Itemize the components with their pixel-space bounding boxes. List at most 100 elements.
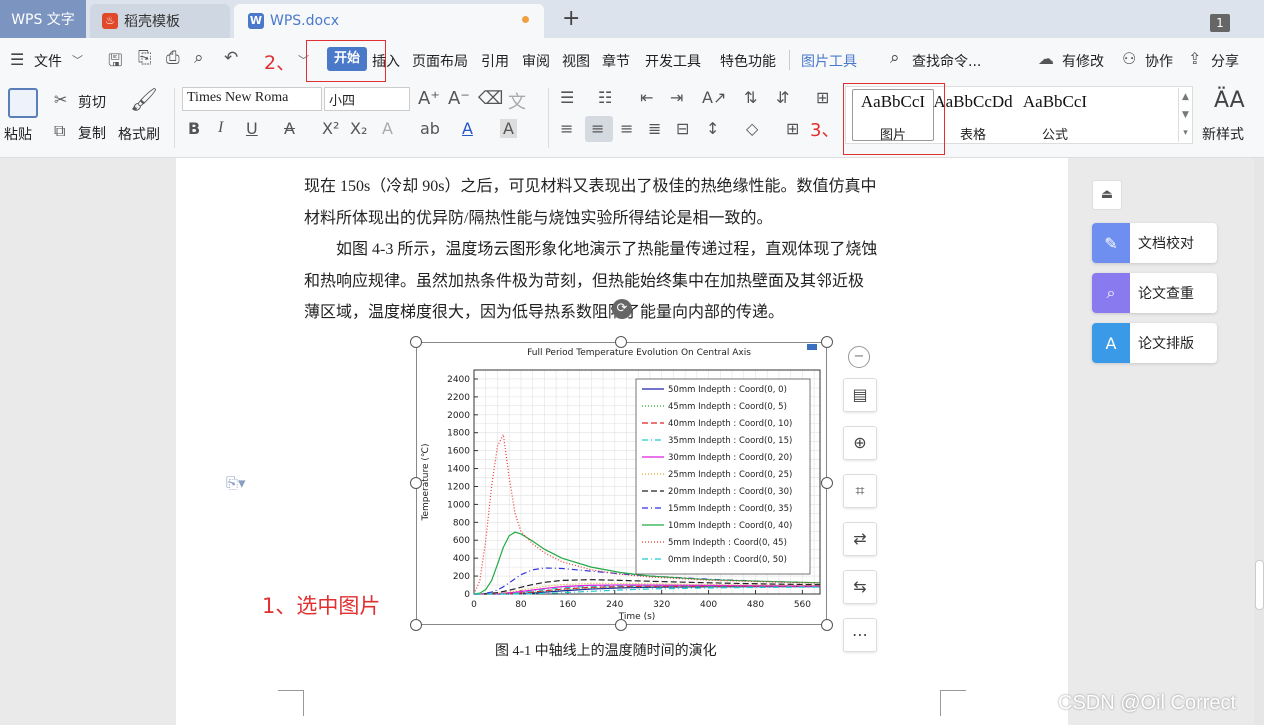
align-left-icon[interactable]: ≡ <box>560 119 573 138</box>
borders-icon[interactable]: ⊞ <box>786 119 799 138</box>
paragraph-format-icon[interactable]: ⎘▾ <box>226 474 246 492</box>
image-to-text-icon[interactable]: ⇄ <box>843 522 877 556</box>
undo-icon[interactable]: ↶ <box>224 48 238 68</box>
rotate-handle-icon[interactable]: ⟳ <box>612 299 632 319</box>
highlight-icon[interactable]: ab <box>420 119 440 138</box>
style-sample-formula[interactable]: AaBbCcI <box>1014 92 1096 112</box>
subscript-icon[interactable]: X₂ <box>350 119 367 138</box>
paper-layout-button[interactable]: A 论文排版 <box>1092 323 1217 363</box>
phonetic-guide-icon[interactable]: 文 <box>508 88 526 114</box>
new-tab-button[interactable]: + <box>562 6 580 31</box>
font-color-icon[interactable]: A <box>462 119 473 138</box>
style-gallery-scroll[interactable]: ▲ ▼ ▾ <box>1178 88 1192 142</box>
legend-label-0: 50mm Indepth : Coord(0, 0) <box>668 385 787 395</box>
collapse-icon[interactable]: − <box>848 346 870 368</box>
italic-icon[interactable]: I <box>218 119 223 137</box>
format-painter-button[interactable]: 格式刷 <box>118 124 160 144</box>
text-direction-icon[interactable]: A↗ <box>702 88 726 107</box>
menu-review[interactable]: 审阅 <box>522 51 550 71</box>
resize-handle[interactable] <box>821 477 833 489</box>
resize-handle[interactable] <box>615 336 627 348</box>
menu-divider <box>789 50 790 70</box>
menu-developer[interactable]: 开发工具 <box>645 51 701 71</box>
copy-button[interactable]: 复制 <box>78 123 106 143</box>
resize-handle[interactable] <box>821 619 833 631</box>
search-command[interactable]: 查找命令... <box>912 51 981 71</box>
increase-indent-icon[interactable]: ⇥ <box>670 88 683 107</box>
font-name-select[interactable]: Times New Roma <box>182 87 322 111</box>
print-preview-icon[interactable]: ⌕ <box>194 48 204 68</box>
window-count-badge[interactable]: 1 <box>1210 14 1230 32</box>
resize-handle[interactable] <box>410 336 422 348</box>
paste-icon[interactable] <box>8 88 38 118</box>
distribute-icon[interactable]: ⊟ <box>676 119 689 138</box>
bullet-list-icon[interactable]: ☰ <box>560 88 574 107</box>
char-shading-icon[interactable]: A <box>500 119 517 138</box>
word-doc-icon: W <box>248 13 264 29</box>
y-tick-label: 2000 <box>447 411 470 421</box>
resize-handle[interactable] <box>410 477 422 489</box>
superscript-icon[interactable]: X² <box>322 119 339 138</box>
chevron-down-icon[interactable]: ﹀ <box>72 52 83 68</box>
numbered-list-icon[interactable]: ☷ <box>598 88 612 107</box>
resize-handle[interactable] <box>821 336 833 348</box>
underline-icon[interactable]: U <box>246 119 258 138</box>
bold-icon[interactable]: B <box>188 119 200 138</box>
menu-page-layout[interactable]: 页面布局 <box>412 51 468 71</box>
decrease-indent-icon[interactable]: ⇤ <box>640 88 653 107</box>
plagiarism-check-button[interactable]: ⌕ 论文查重 <box>1092 273 1217 313</box>
share-button[interactable]: 分享 <box>1211 51 1239 71</box>
strikethrough-icon[interactable]: A <box>284 119 295 138</box>
shading-icon[interactable]: ◇ <box>746 119 758 138</box>
shrink-font-icon[interactable]: A⁻ <box>448 88 470 109</box>
justify-icon[interactable]: ≣ <box>648 119 661 138</box>
align-center-icon[interactable]: ≡ <box>591 119 604 138</box>
panel-collapse-icon[interactable]: ⏏ <box>1092 180 1122 210</box>
has-changes-button[interactable]: 有修改 <box>1062 51 1104 71</box>
menu-file[interactable]: 文件 <box>34 51 62 71</box>
menu-special-features[interactable]: 特色功能 <box>720 51 776 71</box>
grow-font-icon[interactable]: A⁺ <box>418 88 440 109</box>
menu-chapter[interactable]: 章节 <box>602 51 630 71</box>
export-pdf-icon[interactable]: ⎘ <box>138 48 152 68</box>
menu-view[interactable]: 视图 <box>562 51 590 71</box>
show-marks-icon[interactable]: ⊞ <box>816 88 829 107</box>
style-label-formula[interactable]: 公式 <box>1014 124 1096 143</box>
tab-document[interactable]: W WPS.docx <box>234 4 544 38</box>
tab-wps-writer[interactable]: WPS 文字 <box>0 0 86 38</box>
collaborate-button[interactable]: 协作 <box>1145 51 1173 71</box>
text-effect-icon[interactable]: A <box>382 119 393 138</box>
paste-button[interactable]: 粘贴 <box>4 124 32 144</box>
align-right-icon[interactable]: ≡ <box>620 119 633 138</box>
menu-insert[interactable]: 插入 <box>372 51 400 71</box>
scroll-thumb[interactable] <box>1255 560 1264 610</box>
page-corner-mark <box>278 690 304 716</box>
zoom-in-icon[interactable]: ⊕ <box>843 426 877 460</box>
crop-icon[interactable]: ⌗ <box>843 474 877 508</box>
resize-handle[interactable] <box>410 619 422 631</box>
proofread-button[interactable]: ✎ 文档校对 <box>1092 223 1217 263</box>
line-spacing-icon[interactable]: ⇵ <box>776 88 789 107</box>
paragraph-spacing-icon[interactable]: ↕ <box>706 119 719 138</box>
cut-button[interactable]: 剪切 <box>78 92 106 112</box>
vertical-scrollbar[interactable] <box>1254 158 1264 725</box>
resize-handle[interactable] <box>615 619 627 631</box>
replace-image-icon[interactable]: ⇆ <box>843 570 877 604</box>
tab-daoke-templates[interactable]: ♨ 稻壳模板 <box>90 4 230 38</box>
menu-hamburger-icon[interactable]: ☰ <box>10 50 24 69</box>
print-icon[interactable]: ⎙ <box>166 48 180 68</box>
menu-references[interactable]: 引用 <box>481 51 509 71</box>
more-options-icon[interactable]: ⋯ <box>843 618 877 652</box>
menu-picture-tools[interactable]: 图片工具 <box>801 51 857 71</box>
save-icon[interactable]: 🖫 <box>108 48 122 77</box>
clear-format-icon[interactable]: ⌫ <box>478 88 503 109</box>
new-style-button[interactable]: 新样式 <box>1202 124 1244 144</box>
sort-icon[interactable]: ⇅ <box>744 88 757 107</box>
layout-options-icon[interactable]: ▤ <box>843 378 877 412</box>
temperature-chart[interactable]: 0 80 160 240 320 400 480 560 0 200 400 600 800 1000 12… <box>418 344 825 623</box>
page-corner-mark <box>940 690 966 716</box>
y-tick-label: 2200 <box>447 393 470 403</box>
watermark: CSDN @Oil Correct <box>1058 692 1237 714</box>
font-size-select[interactable]: 小四 <box>324 87 410 111</box>
y-tick-label: 200 <box>453 572 470 582</box>
